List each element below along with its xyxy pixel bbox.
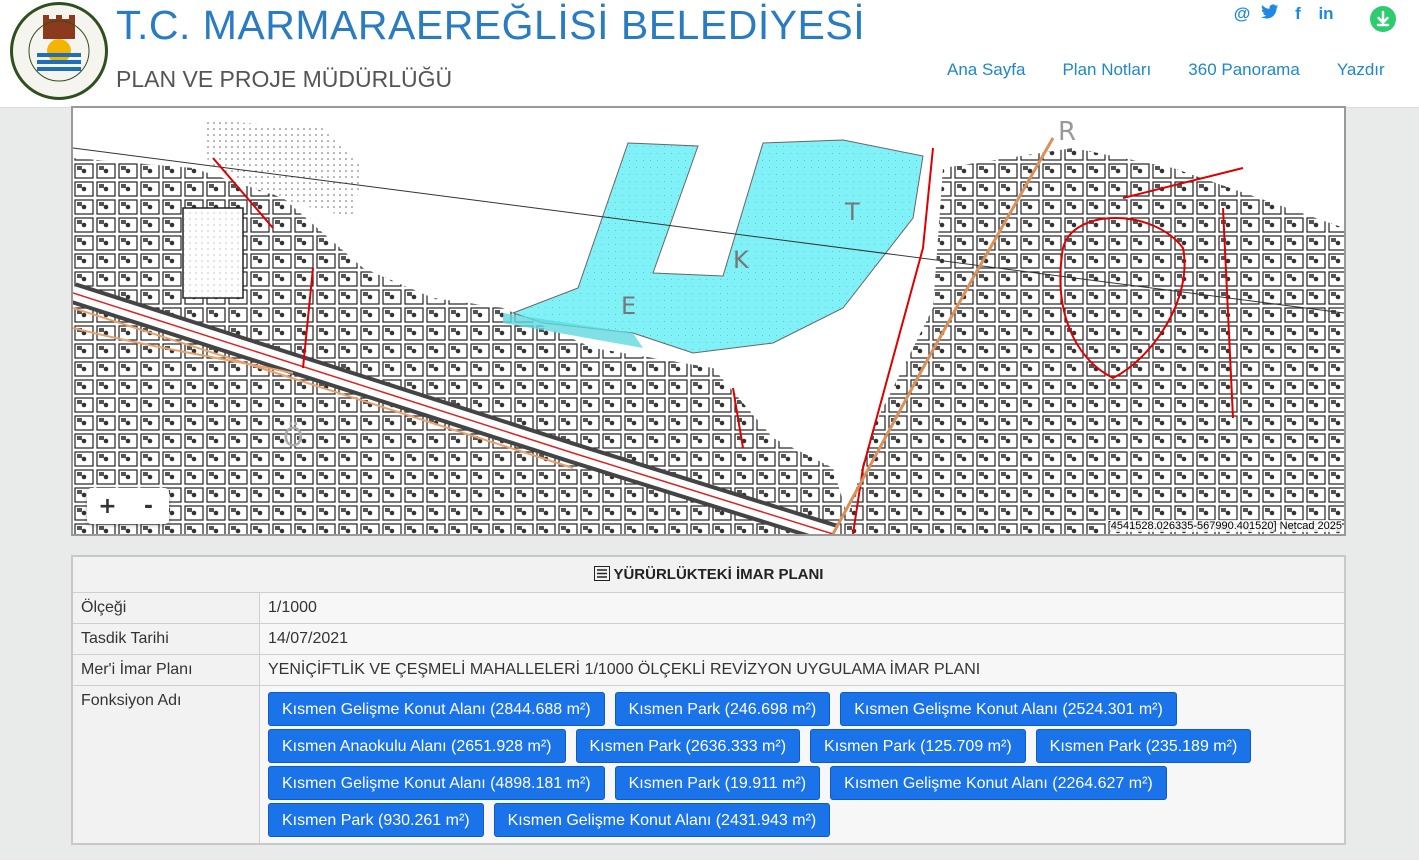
function-buttons: Kısmen Gelişme Konut Alanı (2844.688 m²)… (260, 686, 1344, 843)
nav-home[interactable]: Ana Sayfa (947, 60, 1025, 80)
label-functions: Fonksiyon Adı (73, 686, 260, 843)
site-subtitle: PLAN VE PROJE MÜDÜRLÜĞÜ (116, 66, 453, 92)
map-label-k: K (733, 246, 750, 274)
row-scale: Ölçeği 1/1000 (73, 593, 1344, 624)
function-button[interactable]: Kısmen Gelişme Konut Alanı (2431.943 m²) (493, 803, 831, 837)
coordinate-readout: [4541528.026335-567990.401520] Netcad 20… (1107, 520, 1342, 532)
map-viewer[interactable]: R T K E Ö + - [4541528.026335-567990.401… (71, 106, 1346, 536)
zoom-control: + - (87, 488, 169, 524)
download-icon (1376, 10, 1390, 27)
function-button[interactable]: Kısmen Park (246.698 m²) (614, 692, 831, 726)
download-button[interactable] (1370, 6, 1396, 32)
function-button[interactable]: Kısmen Park (235.189 m²) (1035, 729, 1252, 763)
zoom-in-button[interactable]: + (87, 488, 128, 524)
label-approval-date: Tasdik Tarihi (73, 624, 260, 654)
nav-360-panorama[interactable]: 360 Panorama (1188, 60, 1300, 80)
plan-info-heading: YÜRÜRLÜKTEKİ İMAR PLANI (73, 557, 1344, 593)
function-button[interactable]: Kısmen Park (19.911 m²) (614, 766, 821, 800)
nav-print[interactable]: Yazdır (1337, 60, 1385, 80)
value-zoning-plan: YENİÇİFTLİK VE ÇEŞMELİ MAHALLELERİ 1/100… (260, 655, 1344, 685)
site-header: T.C. MARMARAEREĞLİSİ BELEDİYESİ PLAN VE … (0, 0, 1419, 108)
function-button[interactable]: Kısmen Gelişme Konut Alanı (4898.181 m²) (268, 766, 605, 800)
function-button[interactable]: Kısmen Park (125.709 m²) (810, 729, 1026, 763)
map-label-e: E (621, 292, 636, 320)
label-zoning-plan: Mer'i İmar Planı (73, 655, 260, 685)
function-button[interactable]: Kısmen Park (930.261 m²) (268, 803, 484, 837)
value-approval-date: 14/07/2021 (260, 624, 1344, 654)
value-scale: 1/1000 (260, 593, 1344, 623)
main-nav: Ana Sayfa Plan Notları 360 Panorama Yazd… (947, 60, 1385, 80)
linkedin-icon[interactable]: in (1316, 4, 1336, 24)
row-zoning-plan: Mer'i İmar Planı YENİÇİFTLİK VE ÇEŞMELİ … (73, 655, 1344, 686)
list-icon (593, 566, 614, 583)
plan-heading-text: YÜRÜRLÜKTEKİ İMAR PLANI (613, 566, 824, 583)
label-scale: Ölçeği (73, 593, 260, 623)
plan-info-panel: YÜRÜRLÜKTEKİ İMAR PLANI Ölçeği 1/1000 Ta… (71, 555, 1346, 845)
twitter-icon[interactable] (1260, 4, 1280, 24)
function-button[interactable]: Kısmen Anaokulu Alanı (2651.928 m²) (268, 729, 566, 763)
map-canvas[interactable]: R T K E Ö (73, 108, 1344, 534)
site-title: T.C. MARMARAEREĞLİSİ BELEDİYESİ (116, 2, 866, 48)
function-button[interactable]: Kısmen Gelişme Konut Alanı (2844.688 m²) (268, 692, 605, 726)
function-button[interactable]: Kısmen Gelişme Konut Alanı (2524.301 m²) (840, 692, 1177, 726)
municipality-logo[interactable] (10, 2, 108, 100)
facebook-icon[interactable]: f (1288, 4, 1308, 24)
nav-plan-notes[interactable]: Plan Notları (1062, 60, 1151, 80)
function-button[interactable]: Kısmen Gelişme Konut Alanı (2264.627 m²) (830, 766, 1167, 800)
map-label-t: T (844, 198, 860, 226)
row-functions: Fonksiyon Adı Kısmen Gelişme Konut Alanı… (73, 686, 1344, 843)
row-approval-date: Tasdik Tarihi 14/07/2021 (73, 624, 1344, 655)
at-icon[interactable]: @ (1232, 4, 1252, 24)
map-label-r: R (1058, 117, 1076, 147)
zoom-out-button[interactable]: - (128, 488, 169, 524)
social-links: @ f in (1232, 4, 1336, 24)
function-button[interactable]: Kısmen Park (2636.333 m²) (575, 729, 801, 763)
map-label-o: Ö (283, 421, 303, 453)
